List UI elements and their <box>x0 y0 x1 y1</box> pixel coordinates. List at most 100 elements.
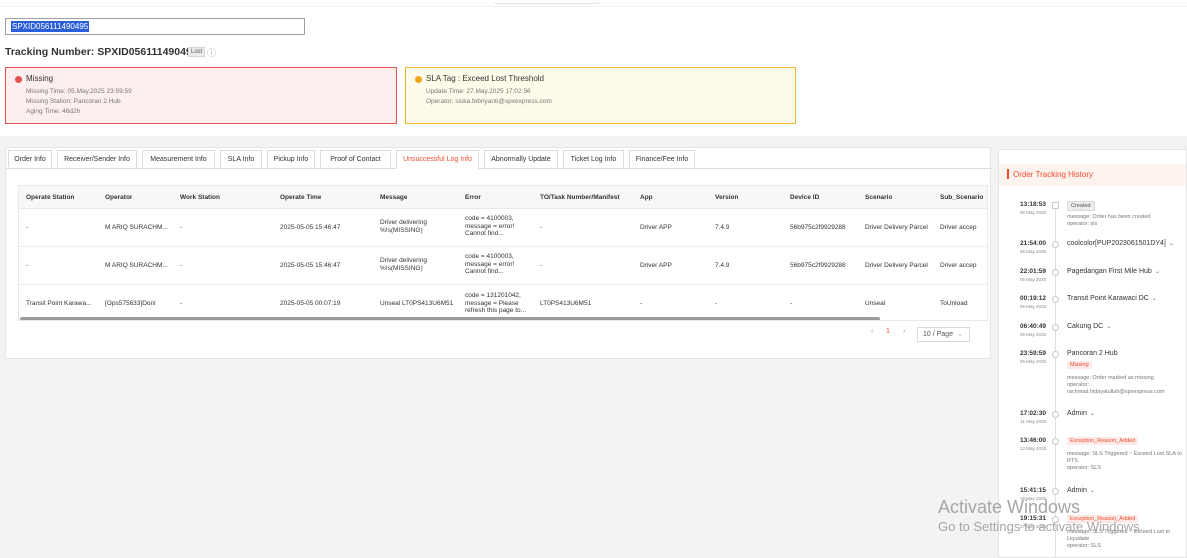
document-icon <box>1052 202 1059 209</box>
chevron-down-icon[interactable]: ⌄ <box>1090 411 1095 417</box>
cell-to-task-number: - <box>540 262 543 269</box>
sla-alert: SLA Tag : Exceed Lost Threshold Update T… <box>405 67 796 124</box>
next-page-button[interactable]: › <box>903 328 905 335</box>
tab-ticket-log-info[interactable]: Ticket Log Info <box>563 150 624 169</box>
tab-unsuccessful-log-info[interactable]: Unsuccessful Log Info <box>396 150 479 169</box>
cell-operate-time: 2025-05-05 00:07:19 <box>280 300 341 307</box>
cell-scenario: Unseal <box>865 300 886 307</box>
status-badge: Missing <box>1067 361 1092 369</box>
tab-measurement-info[interactable]: Measurement Info <box>142 150 215 169</box>
info-circle-icon[interactable]: ⓘ <box>207 46 216 59</box>
event-location[interactable]: Admin ⌄ <box>1067 487 1095 494</box>
event-location[interactable]: Pagedangan First Mile Hub ⌄ <box>1067 268 1160 275</box>
event-time: 21:54:00 <box>1019 240 1046 247</box>
event-date: 12 May 2025 <box>1019 446 1046 451</box>
cell-operate-station: Transit Point Karawa... <box>26 300 92 307</box>
accent-bar <box>1007 169 1009 179</box>
order-header: SPXID056111490495 Tracking Number: SPXID… <box>0 7 1187 136</box>
detail-tabs-panel: Order Info Receiver/Sender Info Measurem… <box>5 147 992 359</box>
cell-work-station: - <box>180 224 183 231</box>
event-location[interactable]: Admin ⌄ <box>1067 410 1095 417</box>
cell-device-id: 56b975c2f9929288 <box>790 262 846 269</box>
timeline-dot-icon <box>1052 488 1059 495</box>
event-message: message: Order marked as missing operato… <box>1067 375 1165 395</box>
history-title: Order Tracking History <box>1013 170 1094 179</box>
tab-order-info[interactable]: Order Info <box>8 150 52 169</box>
event-location[interactable]: coolcolor[PUP2023061501DY4] ⌄ <box>1067 240 1174 247</box>
history-header: Order Tracking History <box>999 164 1186 186</box>
aging-time: Aging Time: 46d2h <box>26 108 81 115</box>
col-device-id: Device ID <box>790 194 820 201</box>
col-error: Error <box>465 194 481 201</box>
timeline-dot-icon <box>1052 269 1059 276</box>
tab-finance-fee-info[interactable]: Finance/Fee Info <box>629 150 695 169</box>
watermark-title: Activate Windows <box>938 497 1081 517</box>
lost-status-tag: Lost <box>188 47 206 57</box>
cell-operate-station: - <box>26 224 29 231</box>
tab-receiver-sender-info[interactable]: Receiver/Sender Info <box>57 150 137 169</box>
page-number-button[interactable]: 1 <box>886 328 890 335</box>
tab-sla-info[interactable]: SLA Info <box>220 150 262 169</box>
cell-scenario: Driver Delivery Parcel <box>865 224 928 231</box>
search-input[interactable]: SPXID056111490495 <box>5 18 305 35</box>
tab-proof-of-contact[interactable]: Proof of Contact <box>320 150 391 169</box>
cell-operate-time: 2025-05-05 15:46:47 <box>280 224 341 231</box>
col-scenario: Scenario <box>865 194 893 201</box>
event-location-label: Transit Point Karawaci DC <box>1067 295 1149 302</box>
top-handle <box>493 0 601 4</box>
event-message: message: Order has been created operator… <box>1067 214 1151 227</box>
col-operate-station: Operate Station <box>26 194 75 201</box>
event-message: message: SLS Triggered ~ Exceed Lost SLA… <box>1067 451 1182 471</box>
event-time: 13:18:53 <box>1019 201 1046 208</box>
cell-app: - <box>640 300 643 307</box>
event-location: Pancoran 2 Hub <box>1067 350 1118 357</box>
status-badge: Created <box>1067 201 1095 211</box>
cell-message: Unseal LT0PS413U6M51 <box>380 300 454 307</box>
cell-device-id: 56b975c2f9929288 <box>790 224 846 231</box>
cell-message: Driver delivering %!s(MISSING) <box>380 257 427 272</box>
tab-pickup-info[interactable]: Pickup Info <box>267 150 315 169</box>
chevron-down-icon[interactable]: ⌄ <box>1152 296 1157 302</box>
chevron-down-icon[interactable]: ⌄ <box>1169 241 1174 247</box>
watermark-subtitle: Go to Settings to activate Windows. <box>938 519 1144 534</box>
chevron-down-icon[interactable]: ⌄ <box>1106 324 1111 330</box>
cell-sub-scenario: ToUnload <box>940 300 968 307</box>
cell-error: code = 131201042, message = Please refre… <box>465 292 527 314</box>
cell-to-task-number: LT0PS413U6M51 <box>540 300 592 307</box>
event-location-label: Admin <box>1067 410 1087 417</box>
cell-work-station: - <box>180 262 183 269</box>
missing-time: Missing Time: 05.May.2025 23:59:59 <box>26 88 132 95</box>
col-app: App <box>640 194 653 201</box>
cell-operate-time: 2025-05-05 15:46:47 <box>280 262 341 269</box>
tab-abnormally-update[interactable]: Abnormally Update <box>484 150 558 169</box>
cell-to-task-number: - <box>540 224 543 231</box>
cell-sub-scenario: Driver accep <box>940 224 977 231</box>
prev-page-button[interactable]: ‹ <box>871 328 873 335</box>
table-row: - M ARIQ SURACHM... - 2025-05-05 15:46:4… <box>19 247 987 285</box>
horizontal-scrollbar[interactable] <box>20 317 880 320</box>
event-location[interactable]: Cakung DC ⌄ <box>1067 323 1111 330</box>
activate-windows-watermark: Activate Windows Go to Settings to activ… <box>938 497 1143 534</box>
col-to-task-number: TO/Task Number/Manifest <box>540 194 620 201</box>
chevron-down-icon: ⌄ <box>957 331 963 338</box>
col-work-station: Work Station <box>180 194 220 201</box>
event-location-label: coolcolor[PUP2023061501DY4] <box>1067 240 1166 247</box>
table-row: - M ARIQ SURACHM... - 2025-05-05 15:46:4… <box>19 209 987 247</box>
event-time: 06:40:49 <box>1019 323 1046 330</box>
chevron-down-icon[interactable]: ⌄ <box>1090 488 1095 494</box>
event-location-label: Admin <box>1067 487 1087 494</box>
col-message: Message <box>380 194 408 201</box>
timeline-dot-icon <box>1052 351 1059 358</box>
timeline-dot-icon <box>1052 438 1059 445</box>
event-date: 06 May 2025 <box>1019 210 1046 215</box>
event-location[interactable]: Transit Point Karawaci DC ⌄ <box>1067 295 1157 302</box>
table-row: Transit Point Karawa... [Ops575633]Doni … <box>19 285 987 320</box>
chevron-down-icon[interactable]: ⌄ <box>1155 269 1160 275</box>
cell-error: code = 4100003, message = error! Cannot … <box>465 215 515 237</box>
tracking-number-title: Tracking Number: SPXID056111490495 <box>5 46 198 58</box>
sla-operator: Operator: siska.febriyanti@spxexpress.co… <box>426 98 552 105</box>
cell-operator: M ARIQ SURACHM... <box>105 224 168 231</box>
cell-version: 7.4.9 <box>715 262 730 269</box>
cell-error: code = 4100003, message = error! Cannot … <box>465 253 515 275</box>
page-size-select[interactable]: 10 / Page ⌄ <box>917 327 970 342</box>
